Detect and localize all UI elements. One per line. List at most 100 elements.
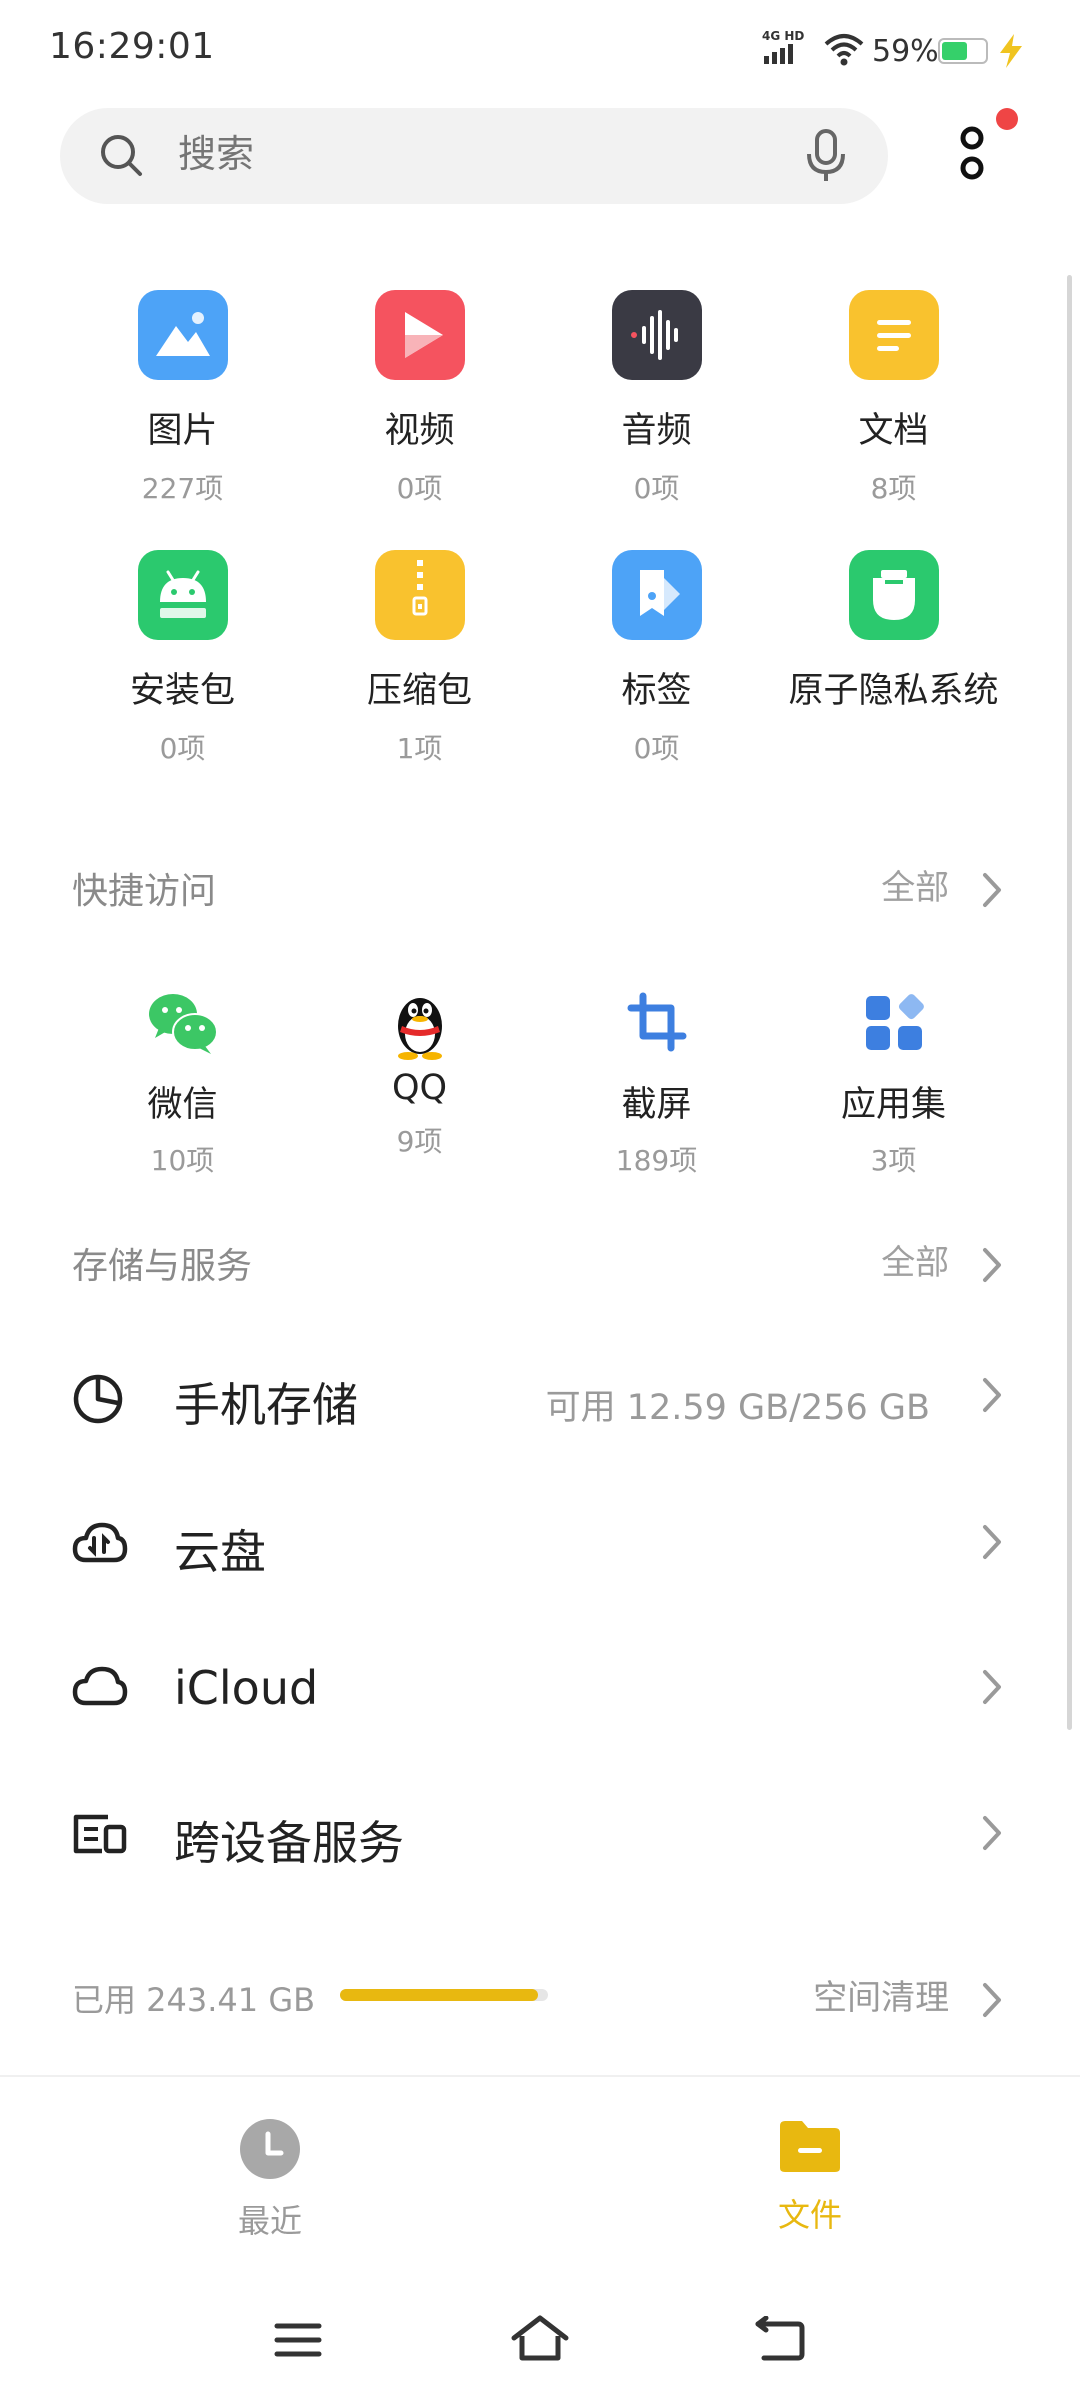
notification-badge [996, 108, 1018, 130]
video-play-icon [374, 290, 465, 380]
tab-recent[interactable]: 最近 [170, 2118, 370, 2242]
category-label: 安装包 [129, 671, 235, 711]
folder-icon [780, 2121, 840, 2172]
audio-wave-icon [611, 290, 702, 380]
home-icon[interactable] [509, 2314, 571, 2364]
qq-icon [380, 982, 460, 1062]
cloud-sync-icon [72, 1522, 128, 1563]
category-count: 227项 [141, 472, 224, 505]
category-label: 音频 [621, 411, 692, 451]
menu-icon[interactable] [273, 2320, 323, 2360]
quick-item-label: 截屏 [621, 1085, 692, 1125]
storage-row-cross-device[interactable]: 跨设备服务 [0, 1771, 1080, 1901]
chevron-right-icon [983, 1525, 1001, 1559]
quick-access-all-label: 全部 [881, 868, 950, 908]
storage-all-label: 全部 [881, 1243, 950, 1283]
privacy-icon [848, 550, 939, 640]
wifi-icon [824, 34, 864, 66]
more-vertical-icon [960, 126, 984, 180]
bottom-divider [0, 2075, 1080, 2077]
quick-access-all-button[interactable]: 全部 [881, 860, 1002, 909]
screenshot-crop-icon [617, 982, 697, 1062]
search-input[interactable] [178, 132, 738, 176]
quick-item-label: 微信 [147, 1085, 218, 1125]
search-bar[interactable] [60, 108, 888, 204]
storage-row-info: 可用 12.59 GB/256 GB [545, 1388, 930, 1428]
tab-label: 文件 [777, 2196, 842, 2234]
chevron-right-icon [983, 1378, 1001, 1412]
cellular-signal-icon: 4G HD [762, 29, 804, 64]
category-audio[interactable]: 音频 0项 [538, 290, 775, 507]
chevron-right-icon [983, 1670, 1001, 1704]
quick-item-app-collection[interactable]: 应用集 3项 [775, 982, 1012, 1179]
clock-icon [240, 2119, 300, 2179]
storage-row-icloud[interactable]: iCloud [0, 1625, 1080, 1755]
tab-label: 最近 [237, 2202, 302, 2240]
quick-item-count: 3项 [870, 1144, 917, 1177]
quick-item-screenshots[interactable]: 截屏 189项 [538, 982, 775, 1179]
category-count: 0项 [159, 732, 206, 765]
category-label: 视频 [384, 411, 455, 451]
storage-row-label: iCloud [174, 1661, 319, 1715]
storage-all-button[interactable]: 全部 [881, 1235, 1002, 1284]
storage-row-phone[interactable]: 手机存储 可用 12.59 GB/256 GB [0, 1333, 1080, 1463]
storage-row-label: 跨设备服务 [174, 1816, 404, 1870]
category-label: 文档 [858, 411, 929, 451]
category-label: 压缩包 [366, 671, 472, 711]
category-count: 1项 [396, 732, 443, 765]
storage-row-label: 手机存储 [174, 1378, 358, 1432]
zip-icon [374, 550, 465, 640]
category-tags[interactable]: 标签 0项 [538, 550, 775, 767]
wechat-icon [143, 982, 223, 1062]
image-icon [137, 290, 228, 380]
battery-percent: 59% [872, 34, 939, 69]
pie-chart-icon [73, 1374, 123, 1424]
svg-text:4G HD: 4G HD [762, 29, 804, 43]
back-icon[interactable] [754, 2316, 806, 2362]
chevron-right-icon [983, 1247, 1001, 1282]
quick-item-label: 应用集 [840, 1085, 946, 1125]
tab-files[interactable]: 文件 [710, 2118, 910, 2236]
chevron-right-icon [983, 1982, 1001, 2017]
chevron-right-icon [983, 872, 1001, 907]
category-label: 标签 [621, 671, 692, 711]
category-privacy[interactable]: 原子隐私系统 [775, 550, 1012, 727]
category-apk[interactable]: 安装包 0项 [64, 550, 301, 767]
quick-item-count: 189项 [615, 1144, 698, 1177]
search-icon [101, 135, 142, 176]
storage-row-label: 云盘 [174, 1525, 266, 1579]
status-time: 16:29:01 [49, 26, 215, 67]
quick-item-qq[interactable]: QQ 9项 [301, 982, 538, 1160]
category-label: 原子隐私系统 [788, 671, 999, 711]
quick-item-count: 9项 [396, 1125, 443, 1158]
battery-icon [938, 38, 988, 64]
multi-device-icon [73, 1814, 127, 1854]
document-icon [848, 290, 939, 380]
category-images[interactable]: 图片 227项 [64, 290, 301, 507]
tag-icon [611, 550, 702, 640]
storage-used-label: 已用 243.41 GB [72, 1981, 316, 2019]
quick-item-count: 10项 [150, 1144, 215, 1177]
storage-section-title: 存储与服务 [72, 1246, 253, 1287]
space-clean-label: 空间清理 [813, 1978, 950, 2018]
quick-access-title: 快捷访问 [72, 871, 217, 912]
space-clean-button[interactable]: 空间清理 [813, 1970, 1002, 2019]
charging-bolt-icon [1000, 34, 1022, 68]
storage-row-cloud-drive[interactable]: 云盘 [0, 1480, 1080, 1610]
category-count: 0项 [633, 472, 680, 505]
microphone-icon[interactable] [804, 128, 848, 184]
category-archives[interactable]: 压缩包 1项 [301, 550, 538, 767]
apps-icon [854, 982, 934, 1062]
category-documents[interactable]: 文档 8项 [775, 290, 1012, 507]
chevron-right-icon [983, 1816, 1001, 1850]
category-count: 0项 [633, 732, 680, 765]
category-count: 8项 [870, 472, 917, 505]
quick-item-label: QQ [391, 1068, 448, 1108]
quick-item-wechat[interactable]: 微信 10项 [64, 982, 301, 1179]
storage-usage-bar [340, 1989, 548, 2001]
more-options-button[interactable] [946, 108, 1018, 198]
category-label: 图片 [147, 411, 218, 451]
category-videos[interactable]: 视频 0项 [301, 290, 538, 507]
status-bar: 16:29:01 4G HD 59% [0, 0, 1080, 100]
category-count: 0项 [396, 472, 443, 505]
